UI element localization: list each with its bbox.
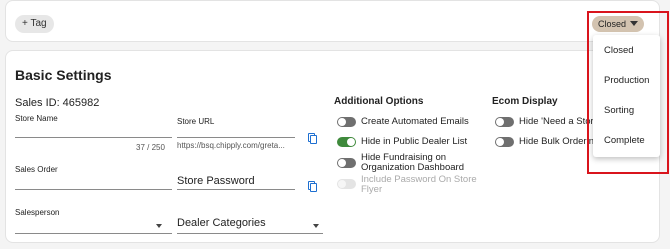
toggle-row[interactable]: Create Automated Emails (337, 117, 469, 127)
sales-order-label: Sales Order (15, 165, 58, 174)
dealer-categories-chevron-icon (313, 224, 319, 228)
store-name-counter: 37 / 250 (136, 143, 165, 152)
section-title: Basic Settings (15, 67, 112, 83)
store-url-input[interactable]: https://bsq.chipply.com/greta... (177, 141, 285, 150)
store-url-input-line (177, 137, 295, 138)
store-name-label: Store Name (15, 114, 58, 123)
toggle-row[interactable]: Hide Bulk Ordering (495, 137, 599, 147)
basic-settings-card: Basic Settings Sales ID: 465982 Store Na… (5, 50, 660, 243)
add-tag-button[interactable]: + Tag (15, 15, 54, 33)
ecom-display-title: Ecom Display (492, 96, 558, 107)
toggle-row[interactable]: Hide in Public Dealer List (337, 137, 467, 147)
toggle-switch[interactable] (495, 117, 514, 127)
copy-url-icon[interactable] (308, 133, 317, 144)
dealer-categories-select[interactable]: Dealer Categories (177, 217, 266, 229)
copy-password-icon[interactable] (308, 181, 317, 192)
salesperson-select[interactable] (15, 233, 172, 234)
toggle-switch[interactable] (495, 137, 514, 147)
toggle-switch[interactable] (337, 158, 356, 168)
highlight-box (587, 11, 669, 174)
toggle-row[interactable]: Hide Fundraising on Organization Dashboa… (337, 153, 487, 173)
tag-bar: + Tag (5, 0, 660, 42)
toggle-switch (337, 179, 356, 189)
salesperson-label: Salesperson (15, 208, 60, 217)
store-password-input[interactable]: Store Password (177, 175, 255, 187)
toggle-label: Include Password On Store Flyer (361, 174, 477, 195)
store-password-line (177, 189, 295, 190)
additional-options-title: Additional Options (334, 96, 424, 107)
toggle-switch[interactable] (337, 137, 356, 147)
salesperson-chevron-icon (156, 224, 162, 228)
store-name-input[interactable] (15, 137, 172, 138)
toggle-label: Hide Fundraising on Organization Dashboa… (361, 152, 464, 173)
toggle-switch[interactable] (337, 117, 356, 127)
sales-id: Sales ID: 465982 (15, 97, 100, 109)
toggle-row: Include Password On Store Flyer (337, 175, 487, 195)
sales-order-input[interactable] (15, 189, 172, 190)
toggle-label: Create Automated Emails (361, 116, 469, 127)
toggle-row[interactable]: Hide 'Need a Store (495, 117, 599, 127)
dealer-categories-line (177, 233, 323, 234)
toggle-label: Hide in Public Dealer List (361, 136, 468, 147)
store-url-label: Store URL (177, 117, 215, 126)
